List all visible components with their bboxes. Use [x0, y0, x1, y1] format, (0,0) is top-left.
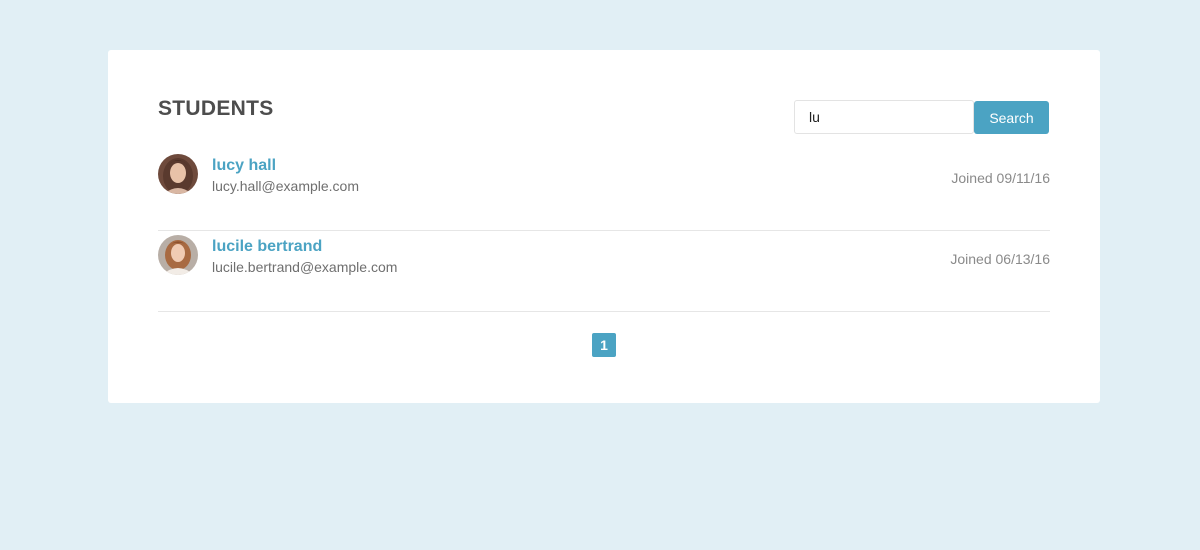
- student-list: lucy hall lucy.hall@example.com Joined 0…: [158, 150, 1050, 312]
- student-email: lucy.hall@example.com: [212, 178, 360, 194]
- student-name-link[interactable]: lucile bertrand: [212, 238, 322, 256]
- search-button[interactable]: Search: [974, 101, 1049, 134]
- students-card: STUDENTS Search lucy hall lucy.hall@exam…: [108, 50, 1100, 403]
- avatar: [158, 235, 198, 275]
- student-name-link[interactable]: lucy hall: [212, 157, 276, 175]
- student-row: lucy hall lucy.hall@example.com Joined 0…: [158, 150, 1050, 231]
- page-title: STUDENTS: [158, 97, 274, 120]
- avatar-photo-icon: [158, 235, 198, 275]
- avatar: [158, 154, 198, 194]
- search-input[interactable]: [794, 100, 974, 134]
- avatar-photo-icon: [158, 154, 198, 194]
- joined-date: Joined 09/11/16: [951, 170, 1050, 186]
- joined-date: Joined 06/13/16: [950, 251, 1050, 267]
- pagination: 1: [108, 333, 1100, 357]
- student-row: lucile bertrand lucile.bertrand@example.…: [158, 231, 1050, 312]
- page-button-current[interactable]: 1: [592, 333, 616, 357]
- student-email: lucile.bertrand@example.com: [212, 259, 398, 275]
